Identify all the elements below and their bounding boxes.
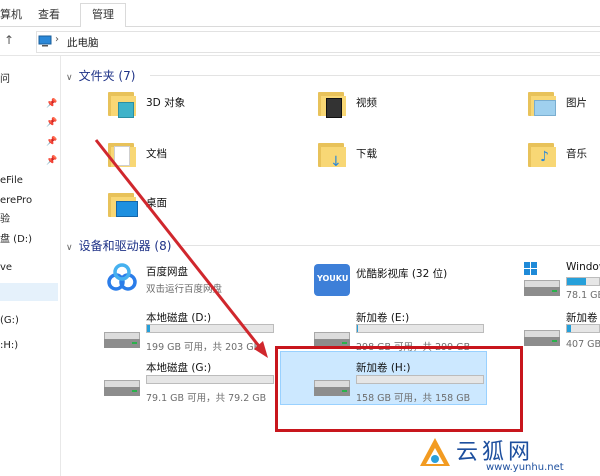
annotation-arrow (94, 139, 268, 358)
yunhu-logo-icon (420, 438, 450, 466)
watermark-url: www.yunhu.net (486, 462, 564, 473)
watermark: 云狐网 www.yunhu.net (410, 432, 600, 476)
